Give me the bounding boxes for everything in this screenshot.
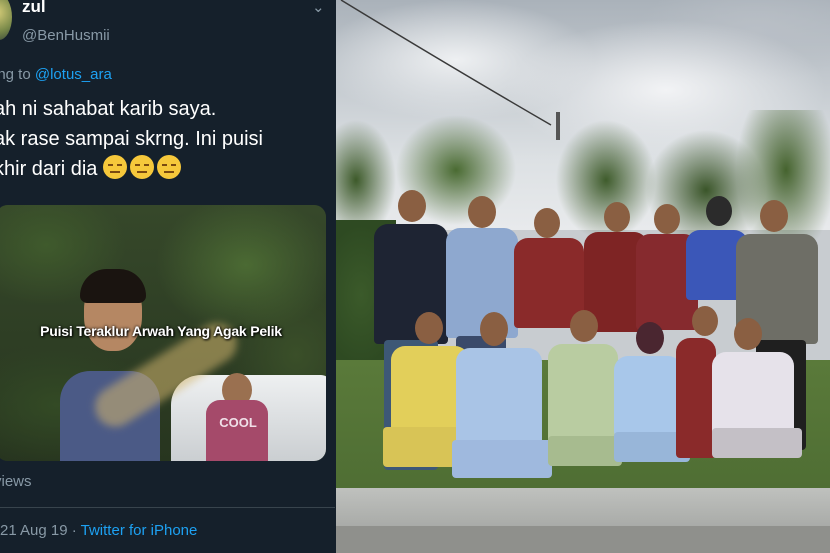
chevron-down-icon[interactable]: ⌄: [312, 0, 325, 16]
road: [336, 526, 830, 553]
display-name[interactable]: zul: [22, 0, 46, 17]
child-figure: [206, 400, 268, 461]
pensive-face-icon: [156, 155, 181, 179]
tweet-text: ah ni sahabat karib saya. ak rase sampai…: [0, 94, 335, 184]
pensive-face-icon: [129, 155, 154, 179]
tweet-line: ah ni sahabat karib saya.: [0, 98, 217, 120]
group-photo: [336, 0, 830, 553]
divider: [0, 507, 335, 508]
tweet-source-link[interactable]: Twitter for iPhone: [81, 522, 198, 539]
replying-prefix: ing to: [0, 66, 31, 83]
tweet-meta: 21 Aug 19 · Twitter for iPhone: [0, 522, 197, 539]
views-count: views: [0, 473, 32, 490]
curb: [336, 488, 830, 528]
tweet-line-text: khir dari dia: [0, 158, 103, 180]
user-handle[interactable]: @BenHusmii: [22, 27, 110, 44]
tweet-line: khir dari dia: [0, 154, 335, 184]
shirt-text: COOL: [219, 415, 257, 430]
tweet-date[interactable]: 21 Aug 19: [0, 522, 68, 539]
video-player[interactable]: COOL Puisi Teraklur Arwah Yang Agak Peli…: [0, 205, 326, 461]
tweet-panel: zul @BenHusmii ⌄ ing to @lotus_ara ah ni…: [0, 0, 335, 553]
replying-to: ing to @lotus_ara: [0, 66, 112, 83]
meta-separator: ·: [67, 522, 81, 539]
video-caption: Puisi Teraklur Arwah Yang Agak Pelik: [40, 323, 282, 339]
mention-link[interactable]: @lotus_ara: [35, 66, 112, 83]
pensive-face-icon: [102, 155, 127, 179]
avatar[interactable]: [0, 0, 12, 40]
tweet-line: ak rase sampai skrng. Ini puisi: [0, 128, 264, 150]
